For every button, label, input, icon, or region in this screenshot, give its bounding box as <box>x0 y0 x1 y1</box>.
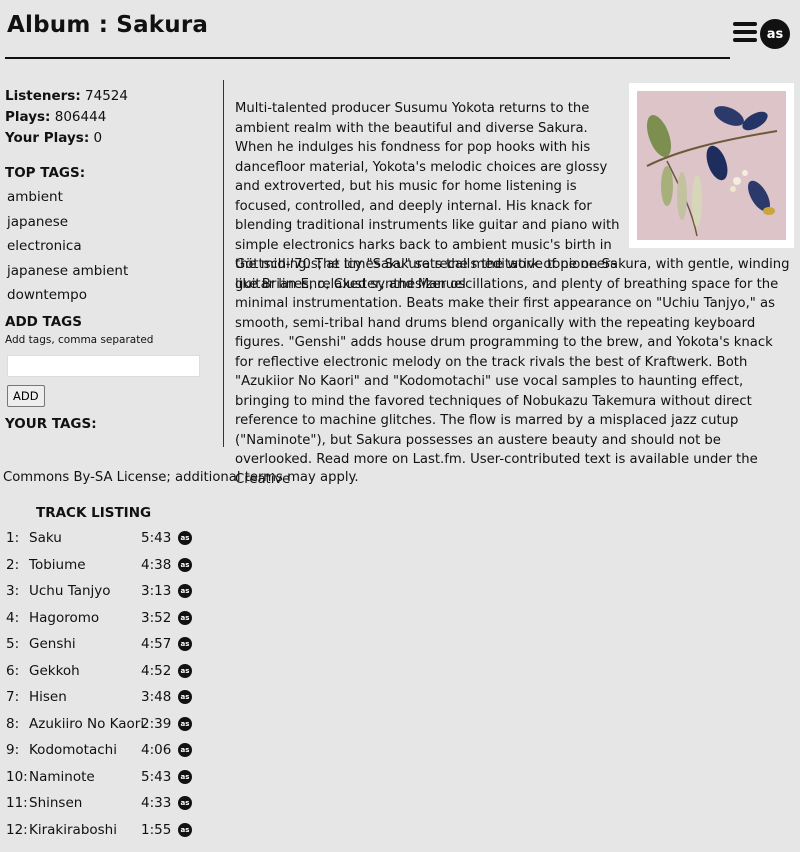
lastfm-track-icon[interactable]: as <box>178 716 192 731</box>
lastfm-track-icon[interactable]: as <box>178 531 192 545</box>
track-number: 8: <box>6 715 20 732</box>
track-number: 12: <box>6 821 28 838</box>
track-row: 2: Tobiume 4:38 as <box>6 555 206 582</box>
title-divider <box>5 57 730 59</box>
sidebar: Listeners: 74524 Plays: 806444 Your Play… <box>5 86 215 432</box>
track-row: 6: Gekkoh 4:52 as <box>6 661 206 688</box>
track-number: 7: <box>6 689 20 705</box>
track-row: 1: Saku 5:43 as <box>6 528 206 555</box>
track-number: 1: <box>6 530 20 546</box>
listeners-label: Listeners: <box>5 88 81 104</box>
lastfm-logo-icon[interactable]: as <box>760 19 790 49</box>
lastfm-track-icon[interactable]: as <box>178 584 192 598</box>
track-name[interactable]: Kodomotachi <box>29 740 117 760</box>
tag-item[interactable]: electronica <box>5 234 215 259</box>
track-duration: 1:55 <box>141 821 172 838</box>
track-duration: 3:13 <box>141 583 172 599</box>
track-duration: 4:57 <box>141 636 172 652</box>
lastfm-track-icon[interactable]: as <box>178 610 192 625</box>
track-duration: 4:38 <box>141 556 172 573</box>
lastfm-track-icon[interactable]: as <box>178 690 192 704</box>
track-row: 4: Hagoromo 3:52 as <box>6 608 206 635</box>
track-number: 4: <box>6 609 20 626</box>
track-row: 5: Genshi 4:57 as <box>6 634 206 661</box>
plays-value: 806444 <box>54 109 107 125</box>
track-duration: 5:43 <box>141 768 172 785</box>
lastfm-track-icon[interactable]: as <box>178 796 192 810</box>
license-text-b: Commons By-SA License; additional terms … <box>3 470 359 485</box>
tag-item[interactable]: ambient <box>5 185 215 210</box>
track-name[interactable]: Shinsen <box>29 793 82 813</box>
track-duration: 4:33 <box>141 795 172 811</box>
track-row: 11: Shinsen 4:33 as <box>6 793 206 820</box>
listeners-value: 74524 <box>85 88 128 104</box>
track-duration: 5:43 <box>141 530 172 546</box>
page-title: Album : Sakura <box>7 12 209 38</box>
track-name[interactable]: Tobiume <box>29 555 86 575</box>
plays-label: Plays: <box>5 109 51 125</box>
track-name[interactable]: Gekkoh <box>29 661 80 681</box>
lastfm-track-icon[interactable]: as <box>178 637 192 651</box>
tag-item[interactable]: downtempo <box>5 283 215 308</box>
track-number: 2: <box>6 556 20 573</box>
lastfm-track-icon[interactable]: as <box>178 557 192 572</box>
bio-text-bottom-body: Göttsching. The icy "Saku" sets the medi… <box>235 257 790 467</box>
track-duration: 2:39 <box>141 715 172 732</box>
your-plays-value: 0 <box>93 130 103 146</box>
add-tags-button[interactable]: ADD <box>7 384 45 407</box>
track-name[interactable]: Azukiiro No Kaori <box>29 714 144 734</box>
track-listing-heading: TRACK LISTING <box>36 505 152 521</box>
sidebar-divider <box>223 80 224 447</box>
lastfm-track-icon[interactable]: as <box>178 743 192 757</box>
album-cover <box>629 83 794 248</box>
listeners-stat: Listeners: 74524 <box>5 86 215 107</box>
top-tags-list: ambient japanese electronica japanese am… <box>5 185 215 308</box>
lastfm-track-icon[interactable]: as <box>178 663 192 678</box>
your-plays-stat: Your Plays: 0 <box>5 128 215 149</box>
track-number: 3: <box>6 583 20 599</box>
track-duration: 3:52 <box>141 609 172 626</box>
track-number: 10: <box>6 768 28 785</box>
add-tags-input[interactable] <box>7 354 200 377</box>
track-duration: 4:06 <box>141 742 172 758</box>
header: Album : Sakura as <box>0 0 800 60</box>
read-more-link[interactable]: Read more on Last.fm <box>316 452 461 467</box>
track-name[interactable]: Uchu Tanjyo <box>29 581 111 601</box>
tag-item[interactable]: japanese <box>5 210 215 235</box>
add-tags-heading: ADD TAGS <box>5 313 82 330</box>
lastfm-track-icon[interactable]: as <box>178 769 192 784</box>
track-row: 10: Naminote 5:43 as <box>6 767 206 794</box>
your-tags-heading: YOUR TAGS: <box>5 415 97 432</box>
track-name[interactable]: Hisen <box>29 687 67 707</box>
track-duration: 3:48 <box>141 689 172 705</box>
album-cover-art <box>637 91 786 240</box>
add-tags-hint: Add tags, comma separated <box>5 333 154 346</box>
hamburger-menu-icon[interactable] <box>733 22 757 44</box>
track-row: 7: Hisen 3:48 as <box>6 687 206 714</box>
plays-stat: Plays: 806444 <box>5 107 215 128</box>
track-number: 11: <box>6 795 28 811</box>
track-name[interactable]: Hagoromo <box>29 608 99 628</box>
tag-item[interactable]: japanese ambient <box>5 259 215 284</box>
track-list: 1: Saku 5:43 as 2: Tobiume 4:38 as 3: Uc… <box>6 528 206 846</box>
track-row: 12: Kirakiraboshi 1:55 as <box>6 820 206 847</box>
track-name[interactable]: Kirakiraboshi <box>29 820 117 840</box>
track-duration: 4:52 <box>141 662 172 679</box>
track-number: 6: <box>6 662 20 679</box>
track-row: 8: Azukiiro No Kaori 2:39 as <box>6 714 206 741</box>
your-plays-label: Your Plays: <box>5 130 90 146</box>
track-number: 9: <box>6 742 20 758</box>
track-row: 9: Kodomotachi 4:06 as <box>6 740 206 767</box>
lastfm-track-icon[interactable]: as <box>178 822 192 837</box>
track-number: 5: <box>6 636 20 652</box>
track-name[interactable]: Genshi <box>29 634 76 654</box>
top-tags-heading: TOP TAGS: <box>5 165 86 181</box>
track-name[interactable]: Naminote <box>29 767 95 787</box>
track-name[interactable]: Saku <box>29 528 62 548</box>
bio-text-bottom: Göttsching. The icy "Saku" sets the medi… <box>235 255 790 489</box>
track-row: 3: Uchu Tanjyo 3:13 as <box>6 581 206 608</box>
